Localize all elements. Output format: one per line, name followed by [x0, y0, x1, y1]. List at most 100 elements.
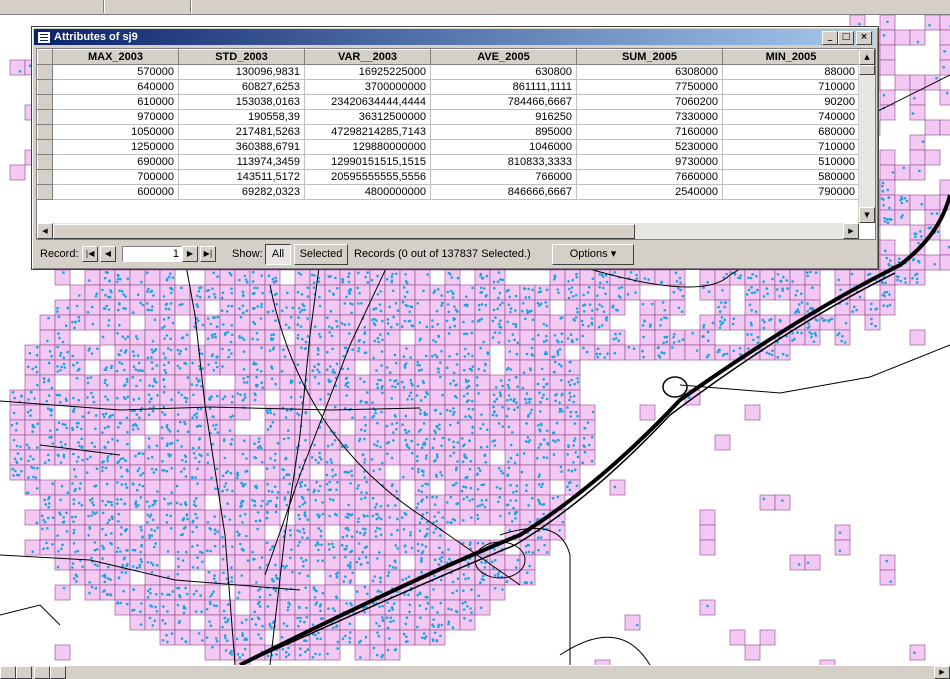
point-feature — [844, 341, 847, 344]
point-feature — [245, 470, 248, 473]
grid-cell — [235, 495, 250, 510]
point-feature — [91, 586, 94, 589]
point-feature — [121, 363, 124, 366]
point-feature — [321, 559, 324, 562]
point-feature — [36, 446, 39, 449]
point-feature — [185, 348, 188, 351]
point-feature — [911, 277, 914, 280]
point-feature — [362, 454, 365, 457]
point-feature — [266, 503, 269, 506]
zoom-icon[interactable] — [520, 0, 538, 14]
point-feature — [195, 497, 198, 500]
point-feature — [394, 504, 397, 507]
point-feature — [274, 383, 277, 386]
point-feature — [500, 379, 503, 382]
point-feature — [840, 340, 843, 343]
point-feature — [266, 542, 269, 545]
point-feature — [29, 455, 32, 458]
point-feature — [388, 441, 391, 444]
identify-icon[interactable] — [108, 0, 126, 14]
point-feature — [77, 456, 80, 459]
point-feature — [274, 459, 277, 462]
point-feature — [12, 391, 15, 394]
point-feature — [172, 277, 175, 280]
point-feature — [303, 309, 306, 312]
point-feature — [116, 550, 119, 553]
grid-cell — [325, 495, 340, 510]
grid-cell — [160, 345, 175, 360]
point-feature — [665, 341, 668, 344]
point-feature — [260, 505, 263, 508]
point-feature — [299, 381, 302, 384]
point-feature — [28, 446, 31, 449]
point-feature — [152, 294, 155, 297]
point-feature — [224, 395, 227, 398]
point-feature — [298, 466, 301, 469]
point-feature — [150, 513, 153, 516]
grid-cell — [325, 390, 340, 405]
pan-icon[interactable] — [430, 0, 448, 14]
arrow-icon[interactable] — [168, 0, 186, 14]
grid-cell — [835, 270, 850, 285]
point-feature — [592, 411, 595, 414]
point-feature — [381, 350, 384, 353]
align-icon[interactable] — [340, 0, 358, 14]
point-feature — [266, 409, 269, 412]
grid-cell — [310, 510, 325, 525]
grid-cell — [280, 585, 295, 600]
grid-cell — [295, 585, 310, 600]
grid-cell — [100, 390, 115, 405]
point-feature — [142, 452, 145, 455]
point-feature — [102, 548, 105, 551]
point-feature — [452, 407, 455, 410]
point-feature — [20, 470, 23, 473]
point-feature — [177, 391, 180, 394]
point-feature — [274, 319, 277, 322]
point-feature — [419, 530, 422, 533]
point-feature — [88, 581, 91, 584]
point-feature — [271, 367, 274, 370]
point-feature — [795, 310, 798, 313]
point-feature — [420, 560, 423, 563]
point-feature — [411, 398, 414, 401]
layout-button[interactable] — [84, 0, 102, 14]
point-feature — [209, 398, 212, 401]
point-feature — [332, 546, 335, 549]
point-feature — [300, 396, 303, 399]
point-feature — [201, 561, 204, 564]
point-feature — [501, 302, 504, 305]
edit-tool-icon[interactable] — [260, 0, 278, 14]
grid-cell — [385, 330, 400, 345]
point-feature — [61, 544, 64, 547]
point-feature — [44, 461, 47, 464]
grid-icon[interactable] — [600, 0, 618, 14]
point-feature — [335, 489, 338, 492]
box-icon[interactable] — [148, 0, 166, 14]
point-feature — [499, 278, 502, 281]
point-feature — [254, 504, 257, 507]
point-feature — [73, 503, 76, 506]
grid-cell — [445, 315, 460, 330]
point-feature — [318, 333, 321, 336]
point-feature — [494, 559, 497, 562]
point-feature — [255, 520, 258, 523]
point-feature — [76, 426, 79, 429]
point-feature — [851, 310, 854, 313]
grid-cell — [415, 480, 430, 495]
point-feature — [258, 437, 261, 440]
point-feature — [163, 391, 166, 394]
point-feature — [179, 421, 182, 424]
grid-cell — [160, 450, 175, 465]
point-feature — [381, 462, 384, 465]
point-feature — [257, 589, 260, 592]
point-feature — [52, 517, 55, 520]
grid-cell — [730, 315, 745, 330]
point-feature — [791, 339, 794, 342]
point-feature — [71, 321, 74, 324]
grid-cell — [565, 435, 580, 450]
point-feature — [372, 470, 375, 473]
point-feature — [537, 549, 540, 552]
point-feature — [416, 364, 419, 367]
point-feature — [335, 320, 338, 323]
stop-icon[interactable] — [128, 0, 146, 14]
